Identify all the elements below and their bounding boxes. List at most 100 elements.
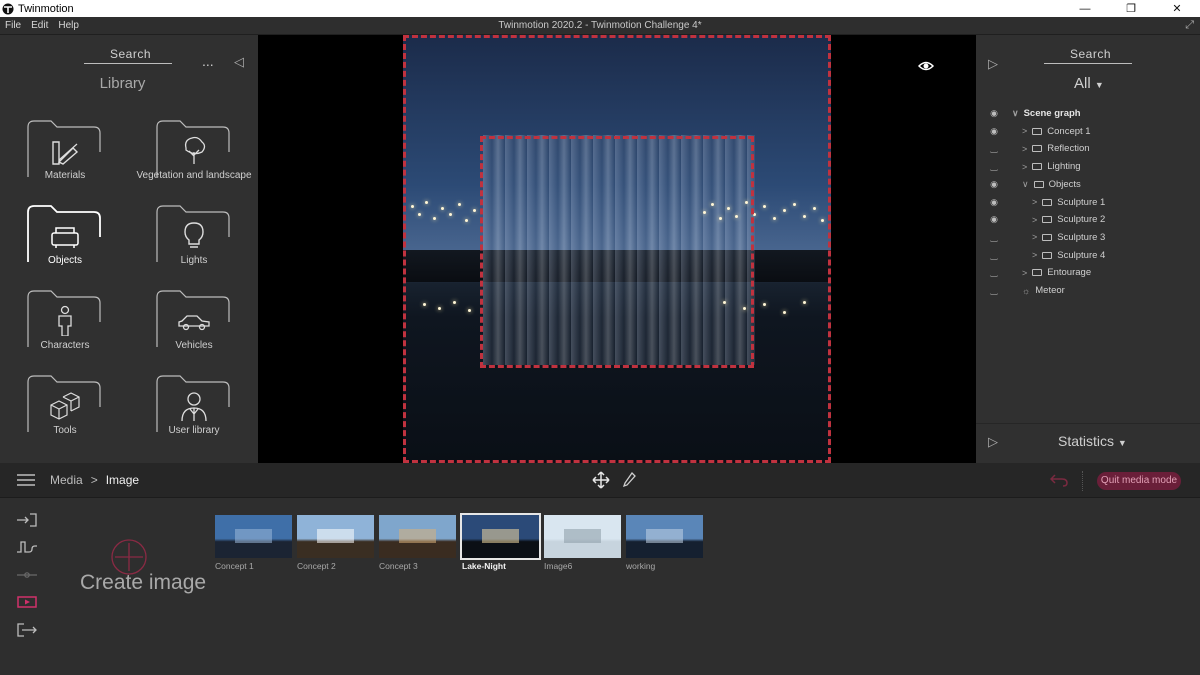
fullscreen-icon[interactable]: ⤢ <box>1185 19 1194 32</box>
library-folder-label[interactable]: Vegetation and landscape <box>134 170 254 181</box>
folder-icon <box>1033 180 1044 188</box>
visibility-hidden-icon[interactable]: ‿ <box>988 143 1000 154</box>
statistics-section[interactable]: ▷ Statistics ▼ <box>976 423 1200 463</box>
media-area: Create image Concept 1 Concept 2 Concept 3… <box>0 498 1200 675</box>
scene-tree-row[interactable]: ◉ > Concept 1 <box>976 123 1200 140</box>
visibility-hidden-icon[interactable]: ‿ <box>988 232 1000 243</box>
chevron-right-icon[interactable]: > <box>1022 144 1027 154</box>
thumbnail-preview <box>482 529 519 543</box>
library-folder-label[interactable]: Tools <box>5 425 125 436</box>
media-icon[interactable] <box>16 595 38 609</box>
scene-search-input[interactable]: Search <box>1070 47 1111 61</box>
timeline-icon[interactable] <box>16 568 38 582</box>
library-folder-label[interactable]: Objects <box>5 255 125 266</box>
scene-tree-row[interactable]: ◉ > Sculpture 1 <box>976 194 1200 211</box>
chevron-down-icon[interactable]: ∨ <box>1022 179 1029 190</box>
library-folder-label[interactable]: Vehicles <box>134 340 254 351</box>
scene-tree-row[interactable]: ◉ ∨ Objects <box>976 176 1200 193</box>
chevron-right-icon[interactable]: > <box>1022 162 1027 172</box>
move-icon[interactable] <box>592 471 610 489</box>
media-thumbnail-label[interactable]: Concept 3 <box>379 561 418 571</box>
scene-tree-row[interactable]: ‿ > Entourage <box>976 264 1200 281</box>
chevron-down-icon[interactable]: ∨ <box>1012 108 1019 119</box>
import-icon[interactable] <box>16 513 38 527</box>
user-icon <box>181 392 207 421</box>
expand-panel-button[interactable]: ▷ <box>988 56 998 72</box>
media-thumbnail[interactable] <box>215 515 292 558</box>
media-thumbnail[interactable] <box>379 515 456 558</box>
scene-tree-label: Entourage <box>1047 267 1092 279</box>
visibility-eye-icon[interactable]: ◉ <box>988 126 1000 137</box>
media-thumbnail-label[interactable]: Concept 1 <box>215 561 254 571</box>
thumbnail-preview <box>564 529 601 543</box>
close-button[interactable]: ✕ <box>1154 0 1200 17</box>
scene-tree-label: Reflection <box>1047 143 1090 155</box>
image-frame-inner <box>480 136 754 368</box>
folder-icon <box>1042 233 1053 241</box>
media-thumbnail-label[interactable]: working <box>626 561 655 571</box>
scene-tree-label: Sculpture 1 <box>1057 196 1106 208</box>
statistics-label[interactable]: Statistics ▼ <box>1058 433 1127 449</box>
library-search-input[interactable]: Search <box>110 47 151 61</box>
menu-bar: File Edit Help Twinmotion 2020.2 - Twinm… <box>0 17 1200 35</box>
media-thumbnail[interactable] <box>460 513 541 560</box>
scene-tree-row[interactable]: ‿ ☼ Meteor <box>976 282 1200 299</box>
visibility-hidden-icon[interactable]: ‿ <box>988 285 1000 296</box>
more-options-button[interactable]: ... <box>202 53 214 69</box>
visibility-eye-icon[interactable]: ◉ <box>988 108 1000 119</box>
scene-tree-row[interactable]: ‿ > Sculpture 3 <box>976 229 1200 246</box>
visibility-eye-icon[interactable]: ◉ <box>988 214 1000 225</box>
export-icon[interactable] <box>16 623 38 637</box>
app-name: Twinmotion <box>18 2 74 15</box>
minimize-button[interactable]: — <box>1062 0 1108 17</box>
visibility-eye-icon[interactable]: ◉ <box>988 179 1000 190</box>
breadcrumb-separator: > <box>90 473 98 487</box>
scene-search-underline <box>1044 63 1132 64</box>
hamburger-menu-icon[interactable] <box>17 473 35 487</box>
eye-icon[interactable] <box>918 60 934 72</box>
chevron-right-icon[interactable]: > <box>1032 197 1037 207</box>
visibility-hidden-icon[interactable]: ‿ <box>988 250 1000 261</box>
media-thumbnail[interactable] <box>626 515 703 558</box>
restore-button[interactable]: ❐ <box>1108 0 1154 17</box>
media-thumbnail-label[interactable]: Lake-Night <box>462 561 506 571</box>
scene-filter-dropdown[interactable]: All ▼ <box>1074 75 1104 92</box>
folder-icon <box>1032 163 1043 171</box>
media-thumbnail-label[interactable]: Concept 2 <box>297 561 336 571</box>
breadcrumb-media[interactable]: Media <box>50 473 83 487</box>
media-thumbnail-label[interactable]: Image6 <box>544 561 572 571</box>
window-titlebar: Twinmotion — ❐ ✕ <box>0 0 1200 17</box>
person-icon <box>58 305 72 336</box>
folder-icon <box>1032 145 1043 153</box>
library-folder-label[interactable]: Materials <box>5 170 125 181</box>
visibility-eye-icon[interactable]: ◉ <box>988 197 1000 208</box>
expand-statistics-icon[interactable]: ▷ <box>988 434 998 450</box>
3d-viewport[interactable] <box>258 35 976 463</box>
chevron-right-icon[interactable]: > <box>1022 126 1027 136</box>
pencil-icon[interactable] <box>622 472 636 488</box>
visibility-hidden-icon[interactable]: ‿ <box>988 267 1000 278</box>
chevron-right-icon[interactable]: > <box>1032 215 1037 225</box>
library-folder-label[interactable]: Characters <box>5 340 125 351</box>
create-image-button[interactable]: Create image <box>80 571 206 595</box>
undo-icon[interactable] <box>1050 473 1068 487</box>
library-folder-label[interactable]: Lights <box>134 255 254 266</box>
cubes-icon <box>50 392 80 420</box>
collapse-library-button[interactable]: ◁ <box>234 54 244 70</box>
media-thumbnail[interactable] <box>297 515 374 558</box>
scene-tree-row[interactable]: ‿ > Reflection <box>976 140 1200 157</box>
scene-tree-row[interactable]: ‿ > Sculpture 4 <box>976 247 1200 264</box>
chevron-right-icon[interactable]: > <box>1022 268 1027 278</box>
quit-media-mode-button[interactable]: Quit media mode <box>1097 472 1181 490</box>
meteor-sun-icon: ☼ <box>1022 285 1031 296</box>
media-thumbnail[interactable] <box>544 515 621 558</box>
chevron-right-icon[interactable]: > <box>1032 232 1037 242</box>
chevron-right-icon[interactable]: > <box>1032 250 1037 260</box>
scene-tree-row[interactable]: ◉ ∨ Scene graph <box>976 105 1200 122</box>
scene-tree-row[interactable]: ◉ > Sculpture 2 <box>976 211 1200 228</box>
visibility-hidden-icon[interactable]: ‿ <box>988 161 1000 172</box>
phasing-icon[interactable] <box>16 540 38 554</box>
scene-tree-row[interactable]: ‿ > Lighting <box>976 158 1200 175</box>
scene-tree-label: Meteor <box>1035 285 1065 296</box>
library-folder-label[interactable]: User library <box>134 425 254 436</box>
